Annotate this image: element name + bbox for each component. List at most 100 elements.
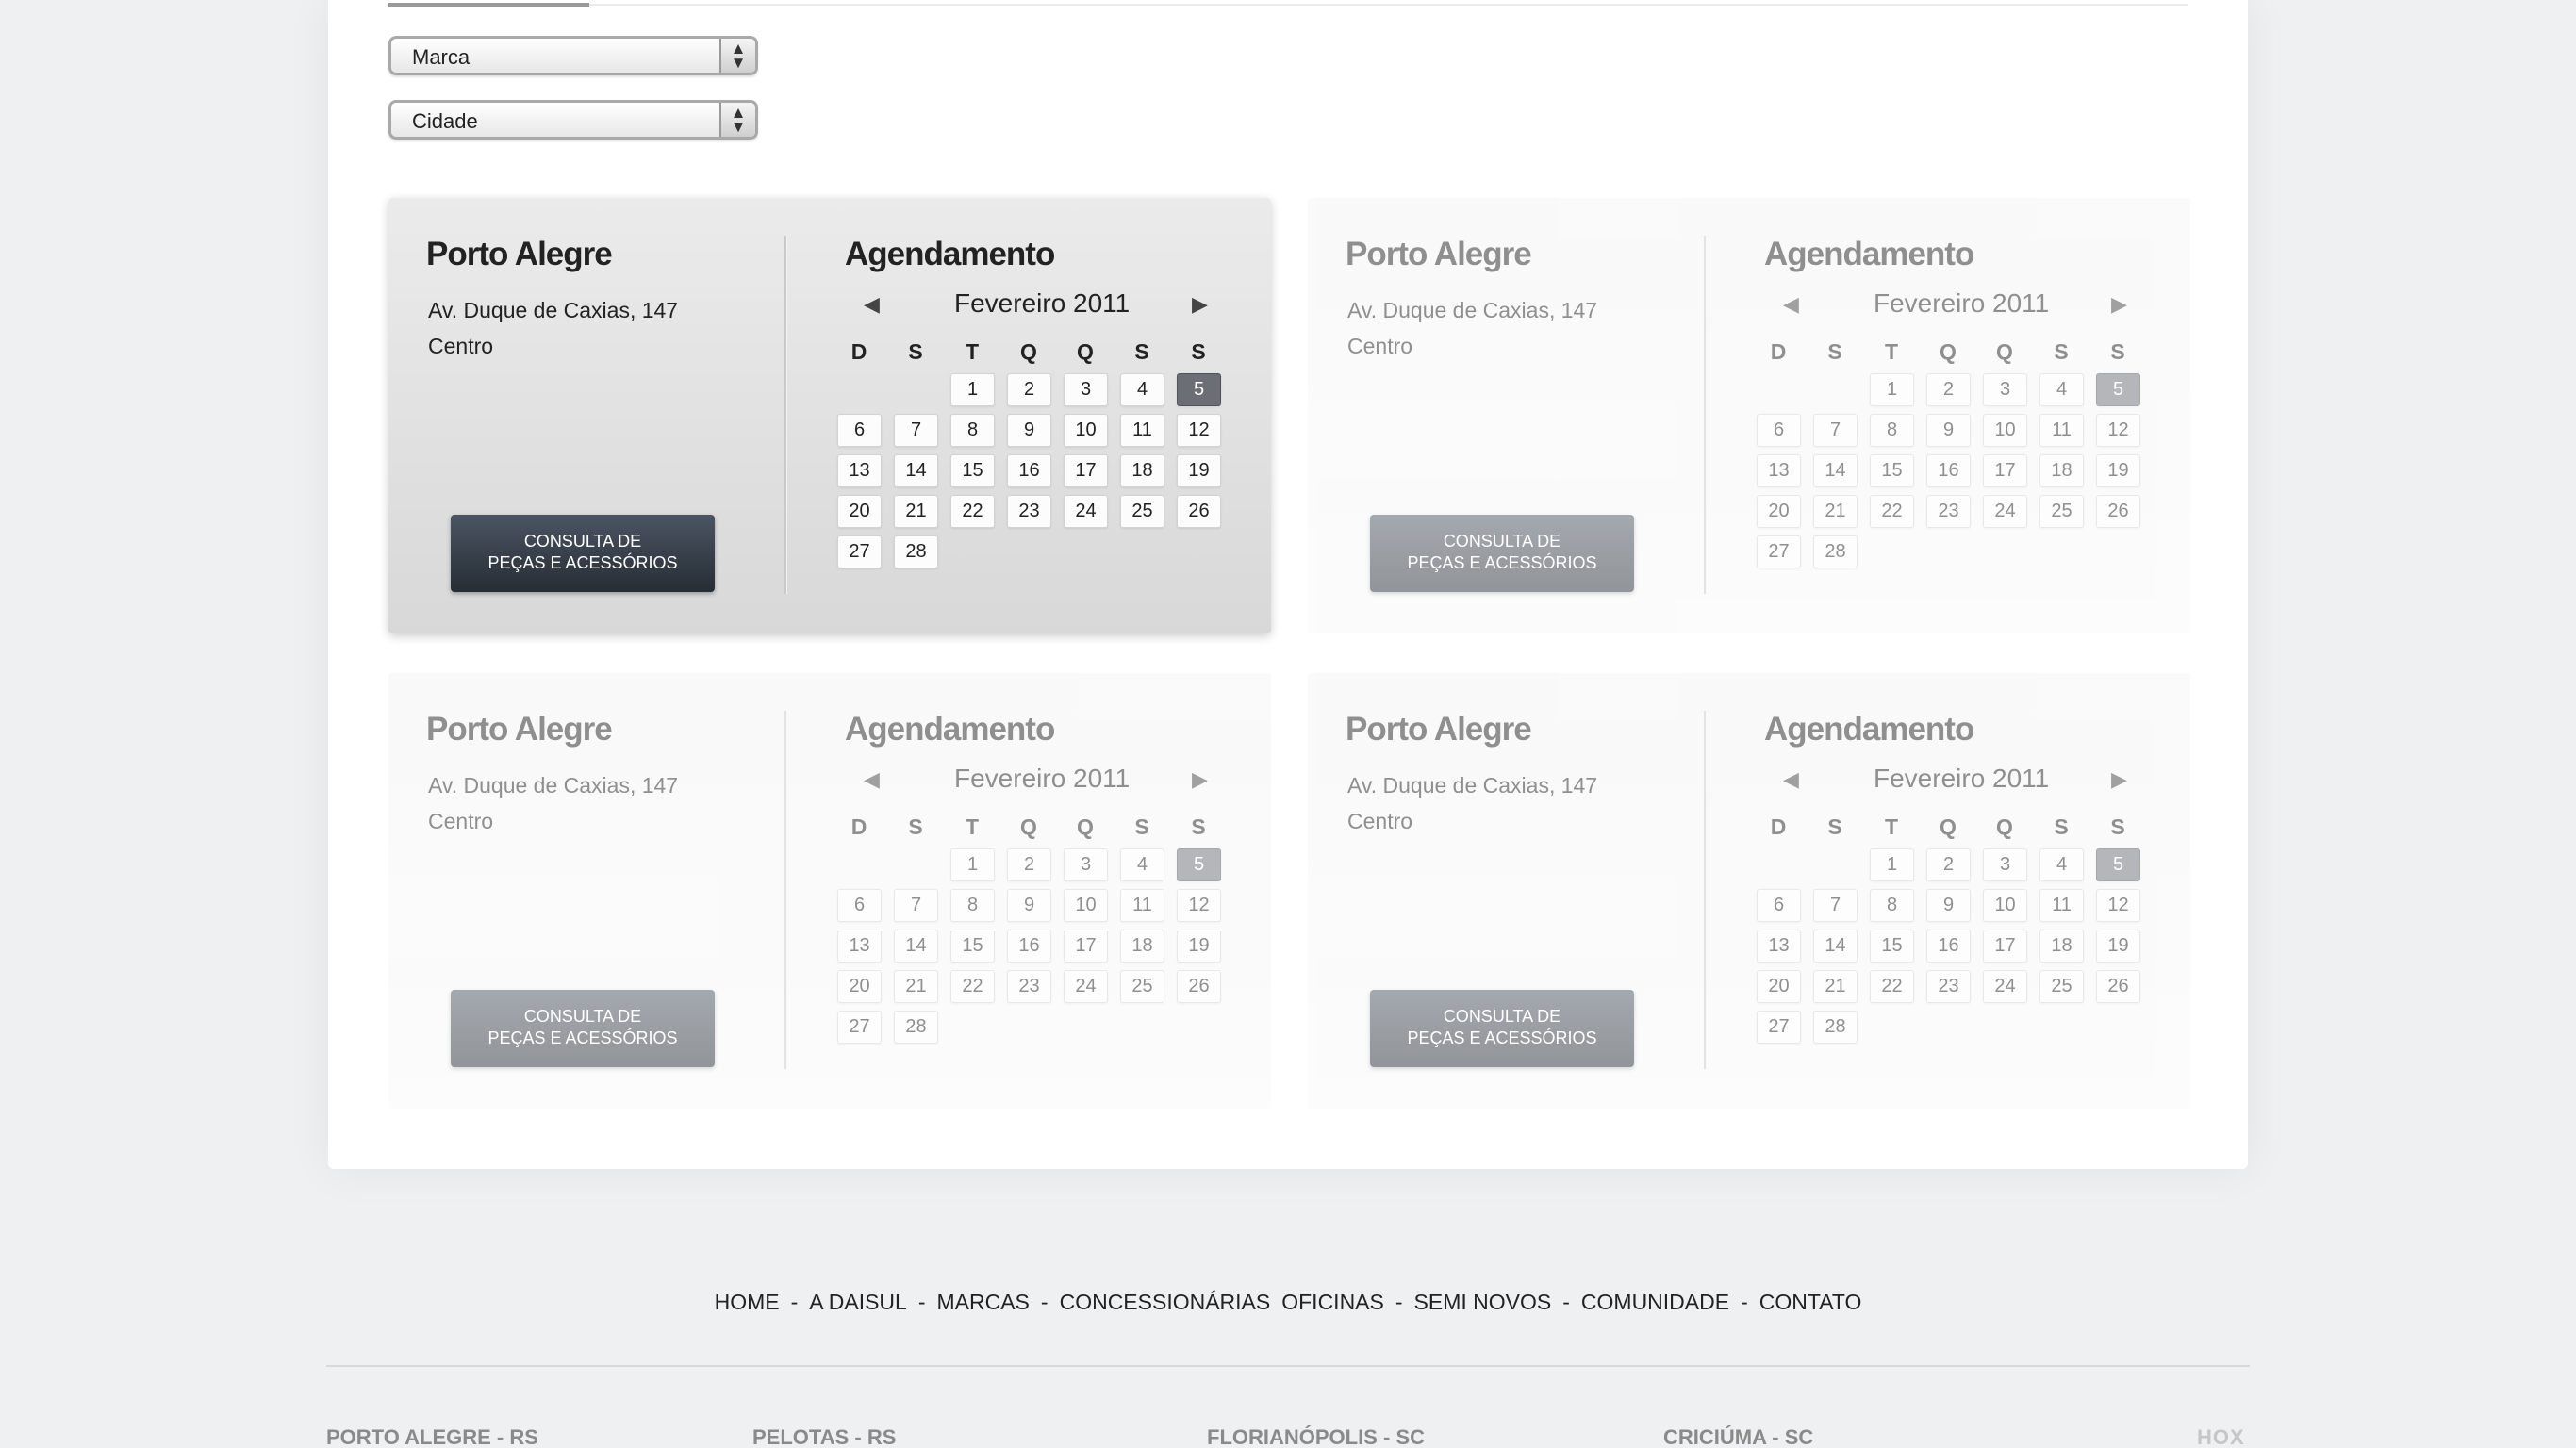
calendar-day[interactable]: 6 [837, 414, 882, 447]
calendar-day[interactable]: 14 [894, 454, 938, 487]
calendar-day[interactable]: 24 [1983, 495, 2027, 528]
arrow-right-icon[interactable]: ▶ [1192, 767, 1208, 792]
calendar-day[interactable]: 7 [1813, 889, 1858, 922]
arrow-left-icon[interactable]: ◀ [864, 767, 880, 792]
calendar-day[interactable]: 4 [2039, 848, 2084, 881]
calendar-day[interactable]: 25 [2039, 970, 2084, 1003]
calendar-day[interactable]: 19 [1177, 454, 1221, 487]
parts-consult-button[interactable]: CONSULTA DE PEÇAS E ACESSÓRIOS [451, 515, 715, 592]
calendar-day[interactable]: 20 [837, 495, 882, 528]
calendar-day[interactable]: 7 [1813, 414, 1858, 447]
footer-nav-link[interactable]: A DAISUL [809, 1290, 907, 1314]
calendar-day[interactable]: 24 [1064, 495, 1108, 528]
calendar-day[interactable]: 8 [950, 889, 995, 922]
calendar-day[interactable]: 18 [2039, 930, 2084, 963]
calendar-day[interactable]: 23 [1926, 970, 1971, 1003]
calendar-day[interactable]: 17 [1983, 454, 2027, 487]
calendar-day[interactable]: 11 [2039, 889, 2084, 922]
footer-nav-link[interactable]: MARCAS [937, 1290, 1030, 1314]
calendar-day[interactable]: 13 [837, 454, 882, 487]
calendar-day[interactable]: 19 [2096, 454, 2140, 487]
calendar-day[interactable]: 13 [1757, 454, 1801, 487]
calendar-day[interactable]: 5 [1177, 373, 1221, 406]
calendar-day[interactable]: 6 [1757, 414, 1801, 447]
arrow-left-icon[interactable]: ◀ [1783, 292, 1799, 317]
parts-consult-button[interactable]: CONSULTA DE PEÇAS E ACESSÓRIOS [1370, 515, 1634, 592]
calendar-day[interactable]: 18 [1120, 454, 1164, 487]
calendar-day[interactable]: 21 [894, 970, 938, 1003]
calendar-day[interactable]: 3 [1983, 848, 2027, 881]
calendar-day[interactable]: 5 [2096, 373, 2140, 406]
calendar-day[interactable]: 15 [950, 930, 995, 963]
calendar-day[interactable]: 15 [1870, 930, 1914, 963]
calendar-day[interactable]: 2 [1926, 848, 1971, 881]
calendar-day[interactable]: 9 [1007, 414, 1051, 447]
calendar-day[interactable]: 19 [2096, 930, 2140, 963]
calendar-day[interactable]: 22 [950, 970, 995, 1003]
arrow-left-icon[interactable]: ◀ [864, 292, 880, 317]
calendar-day[interactable]: 18 [2039, 454, 2084, 487]
calendar-day[interactable]: 1 [1870, 848, 1914, 881]
calendar-day[interactable]: 5 [2096, 848, 2140, 881]
calendar-day[interactable]: 27 [837, 1011, 882, 1044]
arrow-left-icon[interactable]: ◀ [1783, 767, 1799, 792]
footer-nav-link[interactable]: COMUNIDADE [1581, 1290, 1729, 1314]
arrow-right-icon[interactable]: ▶ [2111, 292, 2127, 317]
arrow-right-icon[interactable]: ▶ [2111, 767, 2127, 792]
calendar-day[interactable]: 10 [1064, 414, 1108, 447]
calendar-day[interactable]: 9 [1926, 889, 1971, 922]
calendar-day[interactable]: 28 [894, 1011, 938, 1044]
calendar-day[interactable]: 3 [1983, 373, 2027, 406]
calendar-day[interactable]: 20 [1757, 495, 1801, 528]
calendar-day[interactable]: 11 [1120, 414, 1164, 447]
calendar-day[interactable]: 1 [1870, 373, 1914, 406]
calendar-day[interactable]: 21 [1813, 970, 1858, 1003]
calendar-day[interactable]: 26 [2096, 970, 2140, 1003]
calendar-day[interactable]: 11 [2039, 414, 2084, 447]
calendar-day[interactable]: 20 [1757, 970, 1801, 1003]
calendar-day[interactable]: 1 [950, 848, 995, 881]
calendar-day[interactable]: 8 [1870, 889, 1914, 922]
calendar-day[interactable]: 10 [1064, 889, 1108, 922]
calendar-day[interactable]: 16 [1926, 930, 1971, 963]
calendar-day[interactable]: 14 [1813, 454, 1858, 487]
footer-nav-link[interactable]: CONTATO [1759, 1290, 1862, 1314]
calendar-day[interactable]: 22 [1870, 495, 1914, 528]
footer-nav-link[interactable]: CONCESSIONÁRIAS [1060, 1290, 1271, 1314]
calendar-day[interactable]: 22 [1870, 970, 1914, 1003]
calendar-day[interactable]: 16 [1926, 454, 1971, 487]
calendar-day[interactable]: 6 [1757, 889, 1801, 922]
calendar-day[interactable]: 28 [894, 535, 938, 568]
calendar-day[interactable]: 27 [1757, 1011, 1801, 1044]
calendar-day[interactable]: 25 [1120, 970, 1164, 1003]
city-select[interactable]: Cidade ▲ ▼ [388, 100, 758, 140]
calendar-day[interactable]: 14 [894, 930, 938, 963]
calendar-day[interactable]: 7 [894, 414, 938, 447]
calendar-day[interactable]: 24 [1064, 970, 1108, 1003]
calendar-day[interactable]: 19 [1177, 930, 1221, 963]
calendar-day[interactable]: 2 [1926, 373, 1971, 406]
calendar-day[interactable]: 7 [894, 889, 938, 922]
calendar-day[interactable]: 26 [2096, 495, 2140, 528]
calendar-day[interactable]: 17 [1983, 930, 2027, 963]
calendar-day[interactable]: 25 [1120, 495, 1164, 528]
calendar-day[interactable]: 12 [2096, 414, 2140, 447]
calendar-day[interactable]: 16 [1007, 930, 1051, 963]
calendar-day[interactable]: 2 [1007, 848, 1051, 881]
footer-nav-link[interactable]: OFICINAS [1281, 1290, 1384, 1314]
calendar-day[interactable]: 6 [837, 889, 882, 922]
footer-nav-link[interactable]: HOME [715, 1290, 780, 1314]
calendar-day[interactable]: 12 [1177, 889, 1221, 922]
calendar-day[interactable]: 26 [1177, 495, 1221, 528]
calendar-day[interactable]: 3 [1064, 848, 1108, 881]
calendar-day[interactable]: 3 [1064, 373, 1108, 406]
calendar-day[interactable]: 28 [1813, 535, 1858, 568]
calendar-day[interactable]: 11 [1120, 889, 1164, 922]
calendar-day[interactable]: 12 [1177, 414, 1221, 447]
calendar-day[interactable]: 23 [1007, 495, 1051, 528]
calendar-day[interactable]: 23 [1926, 495, 1971, 528]
calendar-day[interactable]: 14 [1813, 930, 1858, 963]
calendar-day[interactable]: 1 [950, 373, 995, 406]
calendar-day[interactable]: 26 [1177, 970, 1221, 1003]
calendar-day[interactable]: 5 [1177, 848, 1221, 881]
